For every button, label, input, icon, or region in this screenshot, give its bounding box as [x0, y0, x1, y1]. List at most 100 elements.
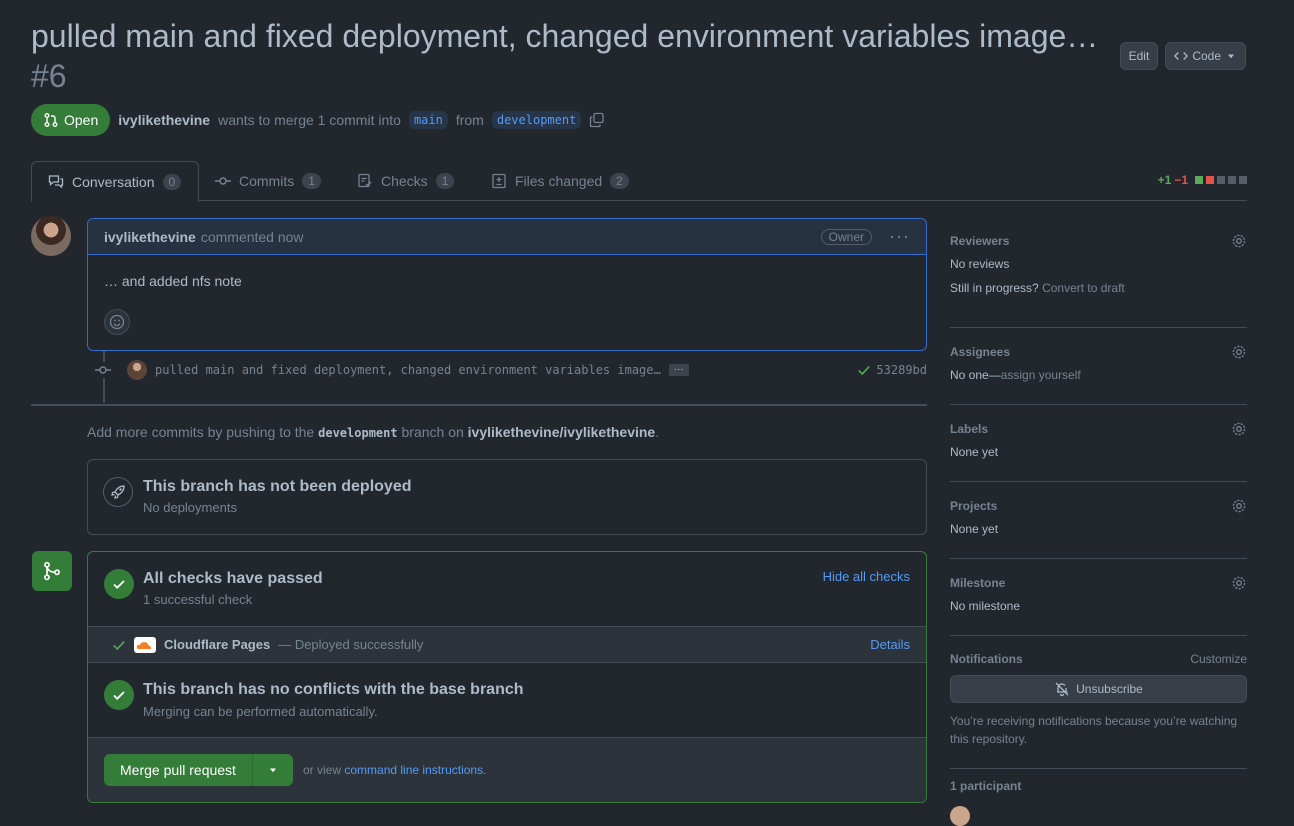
command-line-link[interactable]: command line instructions	[344, 763, 483, 777]
notifications-title: Notifications	[950, 652, 1023, 666]
notifications-reason: You’re receiving notifications because y…	[950, 714, 1238, 746]
push-note-suffix: .	[655, 424, 660, 440]
push-note: Add more commits by pushing to the devel…	[87, 424, 659, 440]
diffstat: +1 −1	[1158, 173, 1247, 187]
merge-pull-request-button[interactable]: Merge pull request	[104, 754, 253, 786]
commit-author-avatar[interactable]	[127, 360, 147, 380]
check-run-row: Cloudflare Pages — Deployed successfully…	[88, 626, 926, 663]
file-diff-icon	[492, 173, 506, 189]
sidebar-heading[interactable]: Assignees	[950, 344, 1247, 360]
sidebar-heading[interactable]: Projects	[950, 498, 1247, 514]
comment-time[interactable]: commented now	[201, 229, 304, 245]
unsubscribe-button[interactable]: Unsubscribe	[950, 675, 1247, 703]
code-button[interactable]: Code	[1165, 42, 1246, 70]
pr-number: #6	[31, 58, 67, 94]
comment-body: … and added nfs note	[104, 273, 242, 289]
from-text: from	[455, 112, 484, 128]
comment-author[interactable]: ivylikethevine	[104, 229, 196, 245]
check-details-link[interactable]: Details	[870, 637, 910, 652]
gear-icon[interactable]	[1231, 575, 1247, 591]
sidebar-heading: Notifications Customize	[950, 652, 1247, 666]
sidebar-heading[interactable]: Labels	[950, 421, 1247, 437]
diffstat-block	[1217, 176, 1225, 184]
participants-title: 1 participant	[950, 779, 1022, 793]
sidebar-assignees: Assignees No one—assign yourself	[950, 344, 1247, 405]
tab-commits[interactable]: Commits 1	[199, 161, 337, 201]
edit-button[interactable]: Edit	[1119, 42, 1159, 70]
head-branch[interactable]: development	[491, 111, 582, 129]
deployment-subtitle: No deployments	[143, 500, 237, 515]
deployment-title: This branch has not been deployed	[143, 478, 412, 495]
base-branch[interactable]: main	[408, 111, 448, 129]
gear-icon[interactable]	[1231, 498, 1247, 514]
pr-tabs: Conversation 0 Commits 1 Checks 1 Files …	[31, 161, 1247, 202]
pr-title: pulled main and fixed deployment, change…	[31, 16, 1111, 96]
gear-icon[interactable]	[1231, 233, 1247, 249]
add-reaction-button[interactable]	[104, 309, 130, 335]
diffstat-block	[1195, 176, 1203, 184]
merge-method-dropdown[interactable]	[252, 754, 293, 786]
unsubscribe-label: Unsubscribe	[1076, 682, 1143, 696]
pr-meta: Open ivylikethevine wants to merge 1 com…	[31, 104, 605, 136]
git-commit-icon	[215, 177, 231, 185]
merge-button-group: Merge pull request	[104, 754, 293, 786]
check-icon	[858, 365, 871, 376]
deployment-box: This branch has not been deployed No dep…	[87, 459, 927, 535]
copy-icon[interactable]	[589, 112, 605, 128]
comment-header: ivylikethevine commented now Owner ···	[88, 219, 926, 255]
labels-title: Labels	[950, 422, 989, 436]
sidebar-projects: Projects None yet	[950, 498, 1247, 559]
convert-to-draft-link[interactable]: Convert to draft	[1042, 281, 1125, 295]
push-note-repo[interactable]: ivylikethevine/ivylikethevine	[468, 424, 656, 440]
pr-author-link[interactable]: ivylikethevine	[118, 112, 210, 128]
projects-value: None yet	[950, 522, 999, 536]
state-badge: Open	[31, 104, 111, 136]
tab-checks[interactable]: Checks 1	[341, 161, 470, 201]
git-merge-icon	[32, 551, 72, 591]
sidebar-labels: Labels None yet	[950, 421, 1247, 482]
expand-commit-button[interactable]: ···	[668, 364, 689, 376]
reviewers-value: No reviews	[950, 257, 1010, 271]
checklist-icon	[358, 173, 372, 188]
commit-message[interactable]: pulled main and fixed deployment, change…	[155, 363, 661, 377]
kebab-menu-icon[interactable]: ···	[889, 226, 910, 247]
milestone-title: Milestone	[950, 576, 1006, 590]
avatar[interactable]	[31, 216, 71, 256]
customize-link[interactable]: Customize	[1190, 652, 1247, 666]
checks-title: All checks have passed	[143, 570, 323, 587]
check-status: — Deployed successfully	[278, 637, 424, 652]
projects-title: Projects	[950, 499, 998, 513]
gear-icon[interactable]	[1231, 344, 1247, 360]
code-icon	[1174, 52, 1189, 60]
diffstat-deletions: −1	[1174, 173, 1188, 187]
assign-yourself-link[interactable]: assign yourself	[1001, 368, 1081, 382]
tab-counter: 1	[435, 173, 455, 189]
rocket-icon	[103, 477, 133, 507]
pr-title-text: pulled main and fixed deployment, change…	[31, 18, 1099, 54]
comment-box: ivylikethevine commented now Owner ··· ……	[87, 218, 927, 351]
tab-conversation[interactable]: Conversation 0	[31, 161, 199, 202]
sidebar-heading[interactable]: Reviewers	[950, 233, 1247, 249]
commit-item: pulled main and fixed deployment, change…	[95, 358, 927, 382]
participant-avatar[interactable]	[950, 806, 970, 826]
check-circle-icon	[104, 569, 134, 599]
sidebar-heading[interactable]: Milestone	[950, 575, 1247, 591]
merge-footer: Merge pull request or view command line …	[88, 737, 926, 802]
hide-all-checks-link[interactable]: Hide all checks	[823, 569, 910, 584]
merge-text: wants to merge 1 commit into	[218, 112, 401, 128]
commit-sha[interactable]: 53289bd	[857, 363, 927, 377]
draft-prefix: Still in progress?	[950, 281, 1039, 295]
tab-files-changed[interactable]: Files changed 2	[475, 161, 645, 201]
assignees-value: No one—assign yourself	[950, 368, 1247, 382]
gear-icon[interactable]	[1231, 421, 1247, 437]
push-note-branch: development	[318, 426, 398, 440]
assignees-title: Assignees	[950, 345, 1011, 359]
comment-discussion-icon	[48, 174, 64, 188]
tab-label: Files changed	[515, 173, 603, 189]
diffstat-additions: +1	[1157, 173, 1172, 187]
assignees-none: No one—	[950, 368, 1001, 382]
or-view-label: or view	[303, 763, 342, 777]
check-circle-icon	[104, 680, 134, 710]
triangle-down-icon	[1228, 54, 1234, 59]
sidebar-milestone: Milestone No milestone	[950, 575, 1247, 636]
